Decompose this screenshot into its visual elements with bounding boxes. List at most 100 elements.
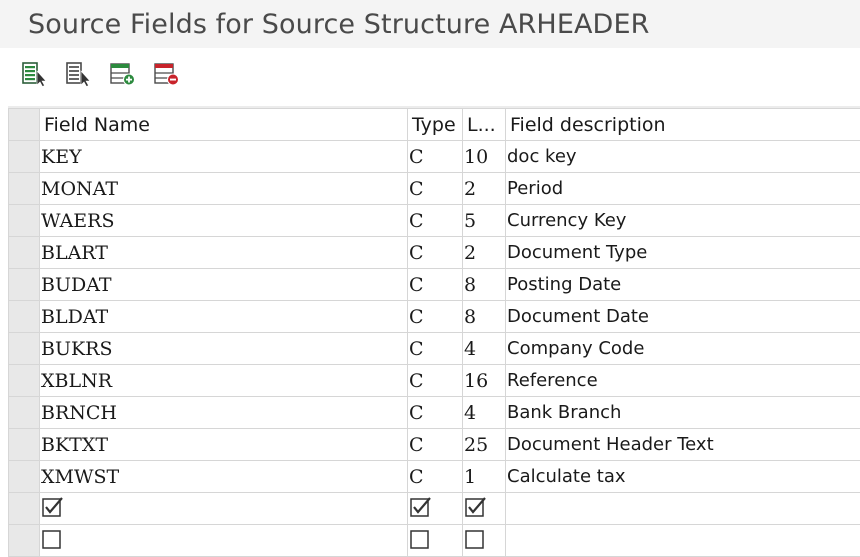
length-cell[interactable] xyxy=(463,525,506,557)
checkbox-icon[interactable] xyxy=(465,528,487,550)
table-row[interactable]: BRNCHC4Bank Branch xyxy=(9,397,860,429)
table-row[interactable]: XBLNRC16Reference xyxy=(9,365,860,397)
field-name-cell[interactable] xyxy=(40,493,408,525)
type-cell[interactable]: C xyxy=(408,365,463,397)
deselect-all-button[interactable] xyxy=(64,60,94,88)
field-name-cell[interactable]: WAERS xyxy=(40,205,408,237)
table-row[interactable]: MONATC2Period xyxy=(9,173,860,205)
type-cell[interactable]: C xyxy=(408,333,463,365)
row-selector[interactable] xyxy=(9,205,40,237)
type-cell[interactable]: C xyxy=(408,205,463,237)
field-name-cell[interactable]: BUKRS xyxy=(40,333,408,365)
description-cell[interactable]: Reference xyxy=(506,365,860,397)
table-row[interactable]: WAERSC5Currency Key xyxy=(9,205,860,237)
checkbox-icon[interactable] xyxy=(42,496,64,518)
description-cell[interactable]: doc key xyxy=(506,141,860,173)
type-cell[interactable] xyxy=(408,493,463,525)
description-cell[interactable] xyxy=(506,525,860,557)
delete-row-button[interactable] xyxy=(152,60,182,88)
row-selector[interactable] xyxy=(9,141,40,173)
type-cell[interactable]: C xyxy=(408,173,463,205)
field-name-cell[interactable]: MONAT xyxy=(40,173,408,205)
length-cell[interactable]: 10 xyxy=(463,141,506,173)
length-cell[interactable]: 2 xyxy=(463,237,506,269)
row-selector[interactable] xyxy=(9,365,40,397)
field-name-cell[interactable]: XBLNR xyxy=(40,365,408,397)
column-header-description[interactable]: Field description xyxy=(506,109,860,141)
table-row[interactable]: BKTXTC25Document Header Text xyxy=(9,429,860,461)
description-cell[interactable] xyxy=(506,493,860,525)
table-row[interactable]: XMWSTC1Calculate tax xyxy=(9,461,860,493)
table-row[interactable]: BLDATC8Document Date xyxy=(9,301,860,333)
type-cell[interactable]: C xyxy=(408,301,463,333)
length-cell[interactable]: 8 xyxy=(463,301,506,333)
description-cell[interactable]: Calculate tax xyxy=(506,461,860,493)
row-selector[interactable] xyxy=(9,173,40,205)
field-name-cell[interactable]: BUDAT xyxy=(40,269,408,301)
description-cell[interactable]: Currency Key xyxy=(506,205,860,237)
description-cell[interactable]: Bank Branch xyxy=(506,397,860,429)
description-cell[interactable]: Document Type xyxy=(506,237,860,269)
window-title: Source Fields for Source Structure ARHEA… xyxy=(28,9,649,40)
type-cell[interactable]: C xyxy=(408,461,463,493)
source-fields-table: Field Name Type L... Field description K… xyxy=(8,108,860,557)
toolbar xyxy=(0,48,860,96)
row-selector[interactable] xyxy=(9,493,40,525)
length-cell[interactable]: 2 xyxy=(463,173,506,205)
empty-input-row xyxy=(9,525,860,557)
field-name-cell[interactable]: BRNCH xyxy=(40,397,408,429)
insert-row-icon xyxy=(109,61,137,87)
length-cell[interactable]: 4 xyxy=(463,397,506,429)
select-all-cell[interactable] xyxy=(9,109,40,141)
description-cell[interactable]: Company Code xyxy=(506,333,860,365)
table-row[interactable]: BLARTC2Document Type xyxy=(9,237,860,269)
description-cell[interactable]: Document Date xyxy=(506,301,860,333)
row-selector[interactable] xyxy=(9,301,40,333)
length-cell[interactable]: 4 xyxy=(463,333,506,365)
length-cell[interactable] xyxy=(463,493,506,525)
description-cell[interactable]: Period xyxy=(506,173,860,205)
description-cell[interactable]: Posting Date xyxy=(506,269,860,301)
checkbox-icon[interactable] xyxy=(410,496,432,518)
checkbox-icon[interactable] xyxy=(42,528,64,550)
type-cell[interactable]: C xyxy=(408,397,463,429)
description-cell[interactable]: Document Header Text xyxy=(506,429,860,461)
length-cell[interactable]: 16 xyxy=(463,365,506,397)
field-name-cell[interactable]: XMWST xyxy=(40,461,408,493)
table-row[interactable]: KEYC10doc key xyxy=(9,141,860,173)
column-header-field-name[interactable]: Field Name xyxy=(40,109,408,141)
type-cell[interactable] xyxy=(408,525,463,557)
checkbox-icon[interactable] xyxy=(465,496,487,518)
column-header-type[interactable]: Type xyxy=(408,109,463,141)
field-name-cell[interactable]: BLART xyxy=(40,237,408,269)
length-cell[interactable]: 5 xyxy=(463,205,506,237)
checkbox-icon[interactable] xyxy=(410,528,432,550)
type-cell[interactable]: C xyxy=(408,237,463,269)
row-selector[interactable] xyxy=(9,461,40,493)
table-row[interactable]: BUKRSC4Company Code xyxy=(9,333,860,365)
length-cell[interactable]: 8 xyxy=(463,269,506,301)
insert-row-button[interactable] xyxy=(108,60,138,88)
deselect-all-icon xyxy=(65,61,93,87)
select-all-button[interactable] xyxy=(20,60,50,88)
field-name-cell[interactable] xyxy=(40,525,408,557)
row-selector[interactable] xyxy=(9,525,40,557)
length-cell[interactable]: 1 xyxy=(463,461,506,493)
delete-row-icon xyxy=(153,61,181,87)
empty-input-row xyxy=(9,493,860,525)
type-cell[interactable]: C xyxy=(408,269,463,301)
type-cell[interactable]: C xyxy=(408,429,463,461)
field-name-cell[interactable]: KEY xyxy=(40,141,408,173)
column-header-length[interactable]: L... xyxy=(463,109,506,141)
row-selector[interactable] xyxy=(9,429,40,461)
length-cell[interactable]: 25 xyxy=(463,429,506,461)
table-row[interactable]: BUDATC8Posting Date xyxy=(9,269,860,301)
row-selector[interactable] xyxy=(9,269,40,301)
row-selector[interactable] xyxy=(9,333,40,365)
field-name-cell[interactable]: BLDAT xyxy=(40,301,408,333)
source-fields-grid: Field Name Type L... Field description K… xyxy=(8,106,860,530)
row-selector[interactable] xyxy=(9,237,40,269)
row-selector[interactable] xyxy=(9,397,40,429)
type-cell[interactable]: C xyxy=(408,141,463,173)
field-name-cell[interactable]: BKTXT xyxy=(40,429,408,461)
